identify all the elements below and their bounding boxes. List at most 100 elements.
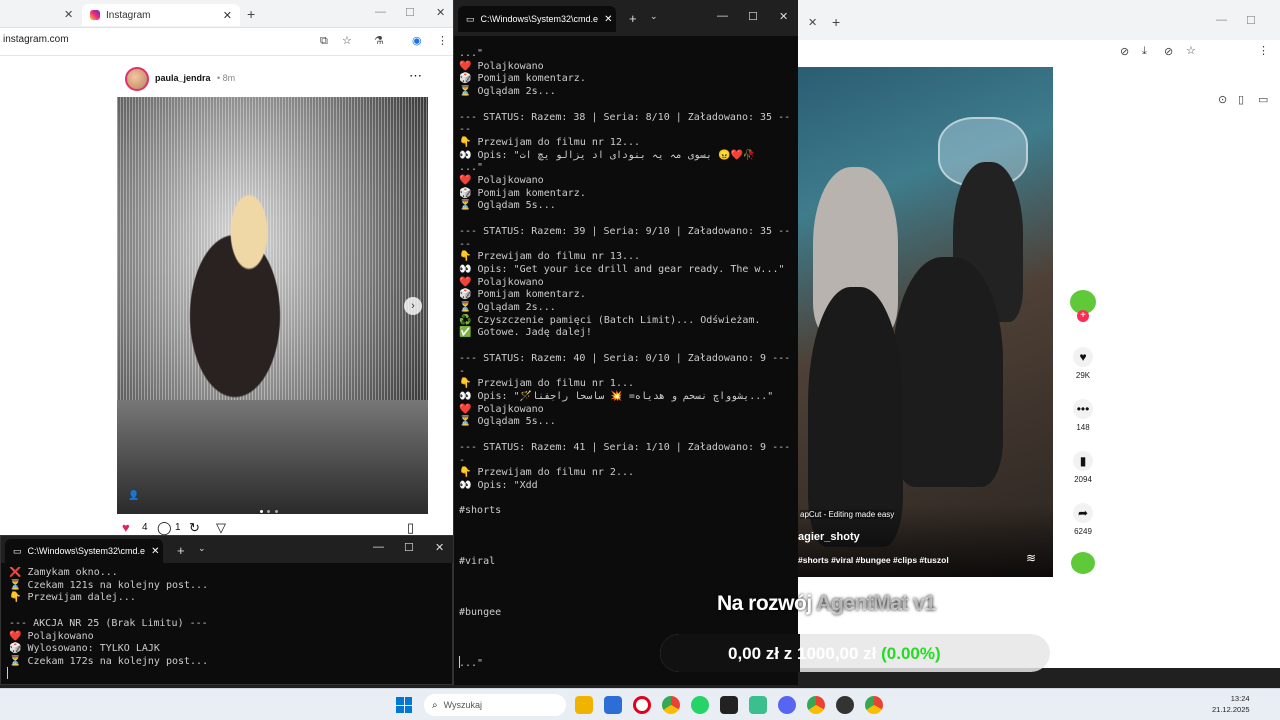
video-player[interactable]: apCut - Editing made easy agier_shoty #s… (798, 67, 1053, 577)
save-action[interactable]: ▮ 2094 (1063, 451, 1103, 484)
caption-user[interactable]: agier_shoty (798, 531, 860, 543)
minimize-icon[interactable]: — (1216, 14, 1227, 26)
terminal-line: --- STATUS: Razem: 41 | Seria: 1/10 | Za… (459, 441, 791, 453)
new-tab-icon[interactable]: + (629, 11, 637, 26)
caption-tags: #shorts #viral #bungee #clips #tuszol (798, 555, 949, 565)
close-tab-icon[interactable]: ✕ (808, 16, 817, 29)
like-action[interactable]: ♥ 29K (1063, 347, 1103, 380)
terminal-icon: ▭ (13, 545, 22, 556)
share-count: 6249 (1074, 527, 1092, 536)
minimize-icon[interactable]: — (375, 6, 386, 18)
taskbar-search[interactable]: ⌕ Wyszukaj (424, 694, 566, 716)
new-tab-icon[interactable]: + (247, 6, 255, 22)
obs-icon[interactable] (836, 696, 854, 714)
repost-icon[interactable]: ↻ (189, 520, 200, 535)
donation-title: Na rozwój AgentMat v1 (717, 592, 936, 616)
labs-flask-icon[interactable]: ⚗ (374, 34, 384, 47)
chrome-icon[interactable] (807, 696, 825, 714)
bookmark-star-icon[interactable]: ☆ (342, 34, 352, 47)
share-arrow-icon[interactable]: ➦ (1073, 503, 1093, 523)
tab-dropdown-icon[interactable]: ⌄ (650, 11, 658, 22)
save-count: 2094 (1074, 475, 1092, 484)
text-cursor (7, 667, 8, 679)
terminal-line: - (459, 365, 466, 377)
close-tab-icon[interactable]: ✕ (223, 9, 232, 22)
url-text[interactable]: instagram.com (3, 34, 69, 45)
maximize-icon[interactable]: ☐ (405, 6, 415, 19)
minimize-icon[interactable]: — (373, 541, 384, 553)
maximize-icon[interactable]: ☐ (748, 10, 758, 23)
music-disc[interactable] (1063, 552, 1103, 574)
close-window-icon[interactable]: ✕ (435, 541, 444, 554)
device-icon[interactable]: ▭ (1258, 93, 1268, 106)
close-tab-icon[interactable]: ✕ (151, 546, 159, 557)
share-icon[interactable]: ▽ (216, 520, 226, 535)
terminal-output[interactable]: ..." ❤️ Polajkowano 🎲 Pomijam komentarz. ⏳ … (459, 48, 794, 673)
save-icon[interactable]: ▯ (407, 520, 414, 535)
more-menu-icon[interactable]: ⋮ (1258, 44, 1269, 57)
discord-icon[interactable] (778, 696, 796, 714)
new-tab-icon[interactable]: + (832, 14, 840, 30)
store-icon[interactable] (604, 696, 622, 714)
eye-off-icon[interactable]: ⊘ (1164, 45, 1173, 58)
profile-icon[interactable]: ◉ (412, 34, 422, 47)
terminal-line: 🎲 Wylosowano: TYLKO LAJK (9, 643, 160, 655)
heart-icon[interactable]: ♥ (1073, 347, 1093, 367)
maximize-icon[interactable]: ☐ (1246, 14, 1256, 27)
close-window-icon[interactable]: ✕ (779, 10, 788, 23)
comment-action[interactable]: ••• 148 (1063, 399, 1103, 432)
close-tab-icon[interactable]: ✕ (64, 8, 73, 21)
terminal-line: --- STATUS: Razem: 38 | Seria: 8/10 | Za… (459, 111, 791, 123)
bookmark-star-icon[interactable]: ☆ (1186, 44, 1196, 57)
terminal-line: ..." (459, 48, 484, 59)
opera-icon[interactable] (633, 696, 651, 714)
close-tab-icon[interactable]: ✕ (604, 14, 612, 25)
video-side-actions: + ♥ 29K ••• 148 ▮ 2094 ➦ 6249 (1063, 290, 1103, 590)
new-tab-icon[interactable]: + (177, 543, 185, 558)
history-icon[interactable]: ⊙ (1218, 93, 1227, 106)
donation-amount: 0,00 zł z 1000,00 zł (0.00%) (728, 644, 941, 664)
caption-brand: apCut - Editing made easy (800, 510, 895, 519)
install-app-icon[interactable]: ⧉ (320, 35, 328, 48)
eye-off-icon[interactable]: ⊘ (1120, 45, 1129, 58)
terminal-tab[interactable]: ▭ C:\Windows\System32\cmd.e ✕ (458, 6, 616, 32)
file-explorer-icon[interactable] (575, 696, 593, 714)
terminal-output[interactable]: ❌ Zamykam okno... ⏳ Czekam 121s na kolejn… (9, 567, 449, 677)
maximize-icon[interactable]: ☐ (404, 541, 414, 554)
download-icon[interactable]: ⤓ (1142, 45, 1147, 58)
bookmark-icon[interactable]: ▮ (1073, 451, 1093, 471)
comment-icon[interactable]: ••• (1073, 399, 1093, 419)
tablet-icon[interactable]: ▯ (1238, 93, 1244, 106)
chrome-icon[interactable] (662, 696, 680, 714)
follow-plus-icon[interactable]: + (1077, 310, 1089, 322)
address-bar[interactable]: instagram.com ⧉ ☆ ⚗ ◉ ⋮ (0, 28, 453, 56)
creator-avatar[interactable]: + (1063, 290, 1103, 322)
terminal-tab-title: C:\Windows\System32\cmd.e (480, 14, 599, 24)
terminal-tab[interactable]: ▭ C:\Windows\System32\cmd.e ✕ (5, 539, 163, 563)
windows-start-icon[interactable] (396, 697, 412, 713)
share-action[interactable]: ➦ 6249 (1063, 503, 1103, 536)
terminal-line: ❤️ Polajkowano (459, 175, 544, 187)
tagged-user-icon[interactable]: 👤 (128, 490, 139, 501)
avatar[interactable] (125, 67, 149, 91)
like-heart-icon[interactable]: ♥ (122, 520, 130, 535)
tab-instagram[interactable]: Instagram ✕ (82, 4, 240, 26)
system-clock[interactable]: 13:24 21.12.2025 (1212, 693, 1250, 715)
next-photo-chevron-icon[interactable]: › (404, 297, 422, 315)
chrome-icon[interactable] (865, 696, 883, 714)
close-window-icon[interactable]: ✕ (436, 6, 445, 19)
notepad-icon[interactable] (749, 696, 767, 714)
comment-count: 1 (175, 522, 181, 533)
tab-dropdown-icon[interactable]: ⌄ (198, 543, 206, 554)
more-menu-icon[interactable]: ⋮ (437, 34, 448, 47)
more-options-icon[interactable]: ⋯ (409, 68, 422, 84)
minimize-icon[interactable]: — (717, 10, 728, 22)
terminal-app-icon[interactable] (720, 696, 738, 714)
comment-icon[interactable]: ◯ (157, 520, 172, 535)
captions-icon[interactable]: ≋ (1026, 551, 1036, 565)
whatsapp-icon[interactable] (691, 696, 709, 714)
post-username[interactable]: paula_jendra (155, 73, 211, 83)
tab-label: Instagram (106, 9, 151, 21)
